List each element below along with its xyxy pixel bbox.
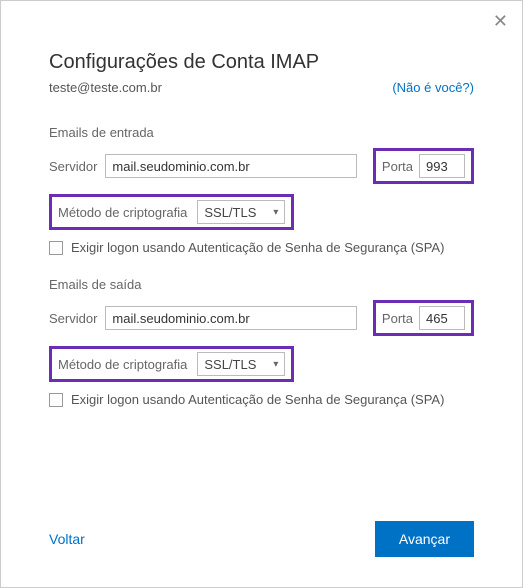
outgoing-server-label: Servidor (49, 311, 97, 326)
incoming-crypto-label: Método de criptografia (58, 205, 187, 220)
incoming-crypto-value: SSL/TLS (204, 205, 256, 220)
incoming-crypto-select[interactable]: SSL/TLS ▾ (197, 200, 285, 224)
incoming-server-input[interactable] (105, 154, 357, 178)
incoming-server-label: Servidor (49, 159, 97, 174)
outgoing-crypto-label: Método de criptografia (58, 357, 187, 372)
outgoing-crypto-highlight: Método de criptografia SSL/TLS ▾ (49, 346, 294, 382)
not-you-link[interactable]: (Não é você?) (392, 80, 474, 95)
next-button[interactable]: Avançar (375, 521, 474, 557)
incoming-spa-checkbox[interactable] (49, 241, 63, 255)
incoming-crypto-highlight: Método de criptografia SSL/TLS ▾ (49, 194, 294, 230)
close-icon: ✕ (493, 11, 508, 31)
outgoing-spa-checkbox[interactable] (49, 393, 63, 407)
outgoing-spa-label: Exigir logon usando Autenticação de Senh… (71, 392, 444, 407)
outgoing-crypto-row: Método de criptografia SSL/TLS ▾ (49, 346, 474, 382)
incoming-server-row: Servidor Porta (49, 148, 474, 184)
dialog-title: Configurações de Conta IMAP (49, 51, 474, 74)
chevron-down-icon: ▾ (273, 207, 278, 218)
outgoing-port-input[interactable] (419, 306, 465, 330)
outgoing-section-label: Emails de saída (49, 277, 474, 292)
outgoing-port-label: Porta (382, 311, 413, 326)
incoming-port-highlight: Porta (373, 148, 474, 184)
outgoing-port-highlight: Porta (373, 300, 474, 336)
outgoing-server-input[interactable] (105, 306, 357, 330)
chevron-down-icon: ▾ (273, 359, 278, 370)
incoming-port-label: Porta (382, 159, 413, 174)
outgoing-spa-row: Exigir logon usando Autenticação de Senh… (49, 392, 474, 407)
imap-settings-dialog: ✕ Configurações de Conta IMAP teste@test… (1, 1, 522, 587)
incoming-port-input[interactable] (419, 154, 465, 178)
dialog-footer: Voltar Avançar (49, 521, 474, 557)
incoming-section-label: Emails de entrada (49, 125, 474, 140)
account-email: teste@teste.com.br (49, 80, 162, 95)
outgoing-server-row: Servidor Porta (49, 300, 474, 336)
incoming-spa-label: Exigir logon usando Autenticação de Senh… (71, 240, 444, 255)
close-button[interactable]: ✕ (493, 11, 508, 32)
incoming-spa-row: Exigir logon usando Autenticação de Senh… (49, 240, 474, 255)
subtitle-row: teste@teste.com.br (Não é você?) (49, 80, 474, 95)
outgoing-crypto-value: SSL/TLS (204, 357, 256, 372)
incoming-crypto-row: Método de criptografia SSL/TLS ▾ (49, 194, 474, 230)
outgoing-crypto-select[interactable]: SSL/TLS ▾ (197, 352, 285, 376)
back-link[interactable]: Voltar (49, 531, 85, 547)
